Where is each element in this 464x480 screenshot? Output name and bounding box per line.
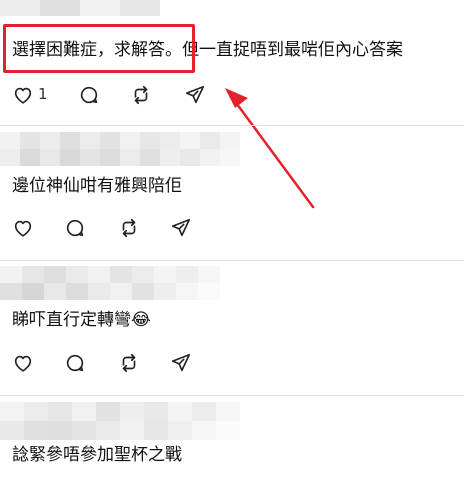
repost-icon[interactable] — [116, 350, 142, 376]
blurred-username — [0, 402, 240, 440]
blurred-username — [0, 266, 220, 300]
heart-icon[interactable] — [10, 215, 36, 241]
divider — [0, 395, 464, 396]
post-text: 邊位神仙咁有雅興陪佢 — [12, 176, 182, 196]
divider — [0, 125, 464, 126]
post-text: 睇吓直行定轉彎😂 — [12, 310, 151, 330]
send-icon[interactable] — [168, 350, 194, 376]
blurred-username — [0, 132, 240, 166]
heart-icon[interactable] — [10, 350, 36, 376]
send-icon[interactable] — [168, 215, 194, 241]
comment-icon[interactable] — [62, 350, 88, 376]
divider — [0, 260, 464, 261]
repost-icon[interactable] — [116, 215, 142, 241]
comment-icon[interactable] — [62, 215, 88, 241]
post-text: 諗緊參唔參加聖杯之戰 — [12, 445, 182, 465]
